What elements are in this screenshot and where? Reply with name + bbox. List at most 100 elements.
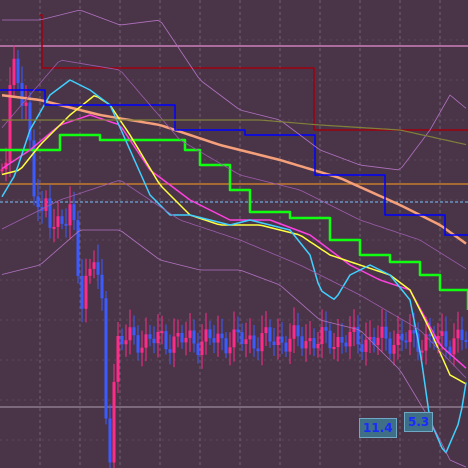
candle-body (380, 326, 384, 338)
candle-body (332, 347, 336, 350)
candle-body (24, 102, 28, 106)
chart-svg (0, 0, 468, 468)
candle-body (60, 216, 64, 224)
candle-body (388, 338, 392, 354)
candle-body (16, 58, 20, 84)
candle-body (0, 169, 4, 172)
candle-body (428, 334, 432, 337)
candle-body (84, 275, 88, 309)
candle-body (328, 330, 332, 349)
candle-body (92, 262, 96, 269)
candle-body (236, 329, 240, 333)
candle-body (228, 347, 232, 354)
candle-body (132, 327, 136, 336)
candle-body (56, 216, 60, 227)
candle-body (400, 333, 404, 341)
candle-body (152, 338, 156, 344)
value-badge-2: 5.3 (404, 412, 434, 432)
candle-body (72, 204, 76, 221)
value-badge-1: 11.4 (359, 418, 397, 438)
candle-body (292, 325, 296, 339)
candle-body (440, 331, 444, 336)
candle-body (68, 204, 72, 226)
candle-body (304, 341, 308, 349)
candle-body (364, 339, 368, 352)
candle-body (452, 338, 456, 355)
candle-body (420, 350, 424, 353)
candle-body (320, 327, 324, 344)
candle-body (336, 336, 340, 348)
candle-body (464, 340, 468, 343)
candle-body (240, 332, 244, 344)
olive-ma (2, 119, 467, 146)
candle-body (244, 339, 248, 344)
candle-body (376, 337, 380, 346)
candle-body (280, 336, 284, 343)
candle-body (216, 333, 220, 343)
candle-body (112, 381, 116, 463)
candle-body (308, 338, 312, 342)
candle-body (52, 226, 56, 229)
candle-body (76, 220, 80, 276)
candle-body (144, 334, 148, 348)
candle-body (264, 327, 268, 334)
candle-body (48, 198, 52, 228)
candle-body (392, 344, 396, 354)
candle-body (352, 326, 356, 332)
candle-body (136, 335, 140, 353)
candle-body (460, 329, 464, 341)
candle-body (196, 343, 200, 355)
candle-body (324, 327, 328, 331)
candle-body (100, 274, 104, 299)
candle-body (312, 338, 316, 349)
candle-body (248, 335, 252, 340)
candle-body (288, 338, 292, 352)
candle-body (220, 333, 224, 339)
candle-body (96, 262, 100, 275)
candle-body (80, 275, 84, 309)
candle-body (104, 298, 108, 419)
candle-body (108, 418, 112, 463)
red-step (40, 14, 468, 131)
candle-body (384, 326, 388, 339)
candle-body (124, 340, 128, 345)
candle-body (176, 332, 180, 337)
candle-body (316, 343, 320, 349)
candle-body (224, 338, 228, 354)
candle-body (408, 330, 412, 343)
candle-body (276, 336, 280, 346)
candle-body (300, 336, 304, 349)
candle-body (232, 329, 236, 348)
candle-body (200, 341, 204, 355)
candle-body (160, 331, 164, 334)
candle-body (36, 196, 40, 208)
candle-body (412, 330, 416, 334)
candle-body (260, 333, 264, 352)
chart-area: 11.4 5.3 (0, 0, 468, 468)
candle-body (44, 198, 48, 211)
candle-body (284, 342, 288, 352)
candles (0, 45, 468, 468)
candle-body (180, 332, 184, 343)
candle-body (404, 340, 408, 343)
candle-body (256, 348, 260, 352)
candle-body (192, 330, 196, 344)
candle-body (340, 336, 344, 343)
candle-body (252, 335, 256, 349)
candle-body (296, 325, 300, 337)
candle-body (208, 329, 212, 339)
candle-body (140, 347, 144, 353)
candle-body (172, 336, 176, 353)
candle-body (156, 331, 160, 344)
candle-body (444, 331, 448, 347)
candle-body (268, 327, 272, 342)
candle-body (128, 327, 132, 341)
candle-body (116, 336, 120, 382)
candle-body (120, 336, 124, 345)
candle-body (204, 329, 208, 342)
candle-body (272, 341, 276, 346)
candle-body (12, 58, 16, 86)
candle-body (396, 333, 400, 345)
candle-body (148, 334, 152, 339)
candle-body (164, 331, 168, 350)
